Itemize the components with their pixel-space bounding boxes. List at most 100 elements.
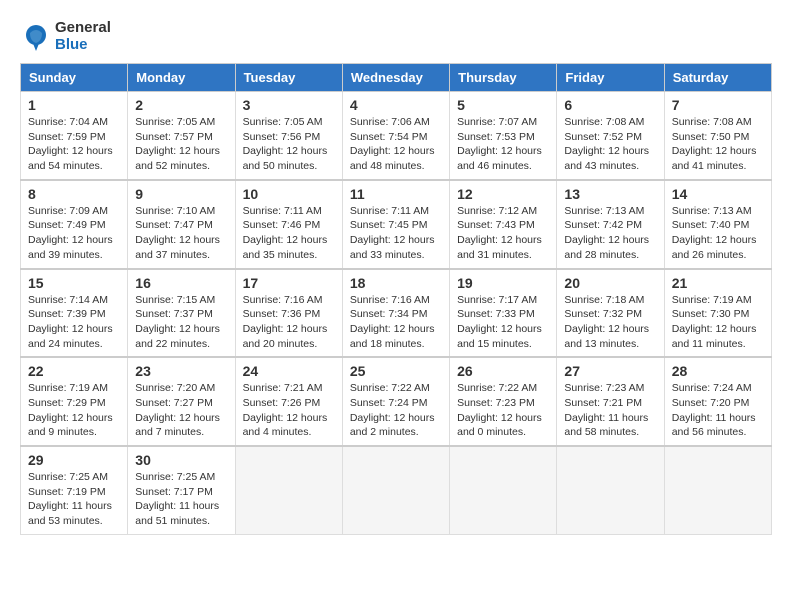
calendar-week-row: 1 Sunrise: 7:04 AMSunset: 7:59 PMDaylight… — [21, 92, 772, 180]
calendar-cell: 28 Sunrise: 7:24 AMSunset: 7:20 PMDayligh… — [664, 357, 771, 446]
day-number: 15 — [28, 275, 120, 291]
cell-info: Sunrise: 7:10 AMSunset: 7:47 PMDaylight:… — [135, 204, 227, 263]
cell-info: Sunrise: 7:04 AMSunset: 7:59 PMDaylight:… — [28, 115, 120, 174]
calendar-cell: 22 Sunrise: 7:19 AMSunset: 7:29 PMDayligh… — [21, 357, 128, 446]
day-number: 29 — [28, 452, 120, 468]
cell-info: Sunrise: 7:19 AMSunset: 7:30 PMDaylight:… — [672, 293, 764, 352]
calendar-cell: 18 Sunrise: 7:16 AMSunset: 7:34 PMDayligh… — [342, 269, 449, 358]
cell-info: Sunrise: 7:16 AMSunset: 7:36 PMDaylight:… — [243, 293, 335, 352]
day-number: 12 — [457, 186, 549, 202]
calendar-cell: 5 Sunrise: 7:07 AMSunset: 7:53 PMDaylight… — [450, 92, 557, 180]
calendar-cell: 16 Sunrise: 7:15 AMSunset: 7:37 PMDayligh… — [128, 269, 235, 358]
cell-info: Sunrise: 7:22 AMSunset: 7:23 PMDaylight:… — [457, 381, 549, 440]
calendar-cell — [557, 446, 664, 534]
calendar-cell: 7 Sunrise: 7:08 AMSunset: 7:50 PMDaylight… — [664, 92, 771, 180]
weekday-header-tuesday: Tuesday — [235, 64, 342, 92]
day-number: 30 — [135, 452, 227, 468]
calendar-cell: 19 Sunrise: 7:17 AMSunset: 7:33 PMDayligh… — [450, 269, 557, 358]
cell-info: Sunrise: 7:07 AMSunset: 7:53 PMDaylight:… — [457, 115, 549, 174]
cell-info: Sunrise: 7:08 AMSunset: 7:50 PMDaylight:… — [672, 115, 764, 174]
logo-branding: General Blue — [20, 20, 111, 53]
cell-info: Sunrise: 7:23 AMSunset: 7:21 PMDaylight:… — [564, 381, 656, 440]
calendar-cell: 27Sunrise: 7:23 AMSunset: 7:21 PMDayligh… — [557, 357, 664, 446]
day-number: 11 — [350, 186, 442, 202]
cell-info: Sunrise: 7:11 AMSunset: 7:46 PMDaylight:… — [243, 204, 335, 263]
calendar-cell: 29 Sunrise: 7:25 AMSunset: 7:19 PMDayligh… — [21, 446, 128, 534]
calendar-cell — [235, 446, 342, 534]
day-number: 1 — [28, 97, 120, 113]
calendar-cell — [450, 446, 557, 534]
calendar-table: SundayMondayTuesdayWednesdayThursdayFrid… — [20, 63, 772, 535]
cell-info: Sunrise: 7:13 AMSunset: 7:40 PMDaylight:… — [672, 204, 764, 263]
day-number: 13 — [564, 186, 656, 202]
day-number: 23 — [135, 363, 227, 379]
logo: General Blue — [20, 20, 111, 53]
cell-info: Sunrise: 7:13 AMSunset: 7:42 PMDaylight:… — [564, 204, 656, 263]
calendar-week-row: 29 Sunrise: 7:25 AMSunset: 7:19 PMDayligh… — [21, 446, 772, 534]
cell-info: Sunrise: 7:22 AMSunset: 7:24 PMDaylight:… — [350, 381, 442, 440]
cell-info: Sunrise: 7:17 AMSunset: 7:33 PMDaylight:… — [457, 293, 549, 352]
calendar-cell: 3Sunrise: 7:05 AMSunset: 7:56 PMDaylight… — [235, 92, 342, 180]
logo-icon — [20, 21, 52, 53]
cell-info: Sunrise: 7:15 AMSunset: 7:37 PMDaylight:… — [135, 293, 227, 352]
day-number: 25 — [350, 363, 442, 379]
calendar-cell: 6Sunrise: 7:08 AMSunset: 7:52 PMDaylight… — [557, 92, 664, 180]
calendar-cell — [342, 446, 449, 534]
day-number: 26 — [457, 363, 549, 379]
day-number: 20 — [564, 275, 656, 291]
cell-info: Sunrise: 7:19 AMSunset: 7:29 PMDaylight:… — [28, 381, 120, 440]
calendar-week-row: 8 Sunrise: 7:09 AMSunset: 7:49 PMDaylight… — [21, 180, 772, 269]
day-number: 2 — [135, 97, 227, 113]
cell-info: Sunrise: 7:21 AMSunset: 7:26 PMDaylight:… — [243, 381, 335, 440]
calendar-week-row: 22 Sunrise: 7:19 AMSunset: 7:29 PMDayligh… — [21, 357, 772, 446]
day-number: 24 — [243, 363, 335, 379]
cell-info: Sunrise: 7:24 AMSunset: 7:20 PMDaylight:… — [672, 381, 764, 440]
day-number: 28 — [672, 363, 764, 379]
day-number: 4 — [350, 97, 442, 113]
calendar-cell: 26 Sunrise: 7:22 AMSunset: 7:23 PMDayligh… — [450, 357, 557, 446]
day-number: 7 — [672, 97, 764, 113]
day-number: 8 — [28, 186, 120, 202]
page-header: General Blue — [20, 20, 772, 53]
day-number: 3 — [243, 97, 335, 113]
calendar-cell: 25 Sunrise: 7:22 AMSunset: 7:24 PMDayligh… — [342, 357, 449, 446]
weekday-header-thursday: Thursday — [450, 64, 557, 92]
day-number: 21 — [672, 275, 764, 291]
cell-info: Sunrise: 7:09 AMSunset: 7:49 PMDaylight:… — [28, 204, 120, 263]
cell-info: Sunrise: 7:12 AMSunset: 7:43 PMDaylight:… — [457, 204, 549, 263]
weekday-header-row: SundayMondayTuesdayWednesdayThursdayFrid… — [21, 64, 772, 92]
calendar-cell: 10 Sunrise: 7:11 AMSunset: 7:46 PMDayligh… — [235, 180, 342, 269]
logo-blue: Blue — [55, 37, 111, 54]
day-number: 5 — [457, 97, 549, 113]
day-number: 18 — [350, 275, 442, 291]
calendar-week-row: 15Sunrise: 7:14 AMSunset: 7:39 PMDayligh… — [21, 269, 772, 358]
weekday-header-friday: Friday — [557, 64, 664, 92]
cell-info: Sunrise: 7:05 AMSunset: 7:57 PMDaylight:… — [135, 115, 227, 174]
calendar-cell: 14 Sunrise: 7:13 AMSunset: 7:40 PMDayligh… — [664, 180, 771, 269]
calendar-cell: 11Sunrise: 7:11 AMSunset: 7:45 PMDayligh… — [342, 180, 449, 269]
day-number: 10 — [243, 186, 335, 202]
calendar-cell: 17 Sunrise: 7:16 AMSunset: 7:36 PMDayligh… — [235, 269, 342, 358]
calendar-cell: 4Sunrise: 7:06 AMSunset: 7:54 PMDaylight… — [342, 92, 449, 180]
calendar-cell: 15Sunrise: 7:14 AMSunset: 7:39 PMDayligh… — [21, 269, 128, 358]
day-number: 16 — [135, 275, 227, 291]
cell-info: Sunrise: 7:08 AMSunset: 7:52 PMDaylight:… — [564, 115, 656, 174]
cell-info: Sunrise: 7:25 AMSunset: 7:17 PMDaylight:… — [135, 470, 227, 529]
calendar-cell: 13 Sunrise: 7:13 AMSunset: 7:42 PMDayligh… — [557, 180, 664, 269]
calendar-cell: 2 Sunrise: 7:05 AMSunset: 7:57 PMDaylight… — [128, 92, 235, 180]
cell-info: Sunrise: 7:25 AMSunset: 7:19 PMDaylight:… — [28, 470, 120, 529]
day-number: 17 — [243, 275, 335, 291]
day-number: 19 — [457, 275, 549, 291]
day-number: 22 — [28, 363, 120, 379]
cell-info: Sunrise: 7:16 AMSunset: 7:34 PMDaylight:… — [350, 293, 442, 352]
cell-info: Sunrise: 7:20 AMSunset: 7:27 PMDaylight:… — [135, 381, 227, 440]
calendar-cell: 8 Sunrise: 7:09 AMSunset: 7:49 PMDaylight… — [21, 180, 128, 269]
weekday-header-saturday: Saturday — [664, 64, 771, 92]
day-number: 14 — [672, 186, 764, 202]
calendar-cell: 12 Sunrise: 7:12 AMSunset: 7:43 PMDayligh… — [450, 180, 557, 269]
calendar-cell: 9Sunrise: 7:10 AMSunset: 7:47 PMDaylight… — [128, 180, 235, 269]
calendar-cell: 23 Sunrise: 7:20 AMSunset: 7:27 PMDayligh… — [128, 357, 235, 446]
cell-info: Sunrise: 7:18 AMSunset: 7:32 PMDaylight:… — [564, 293, 656, 352]
calendar-cell — [664, 446, 771, 534]
weekday-header-sunday: Sunday — [21, 64, 128, 92]
